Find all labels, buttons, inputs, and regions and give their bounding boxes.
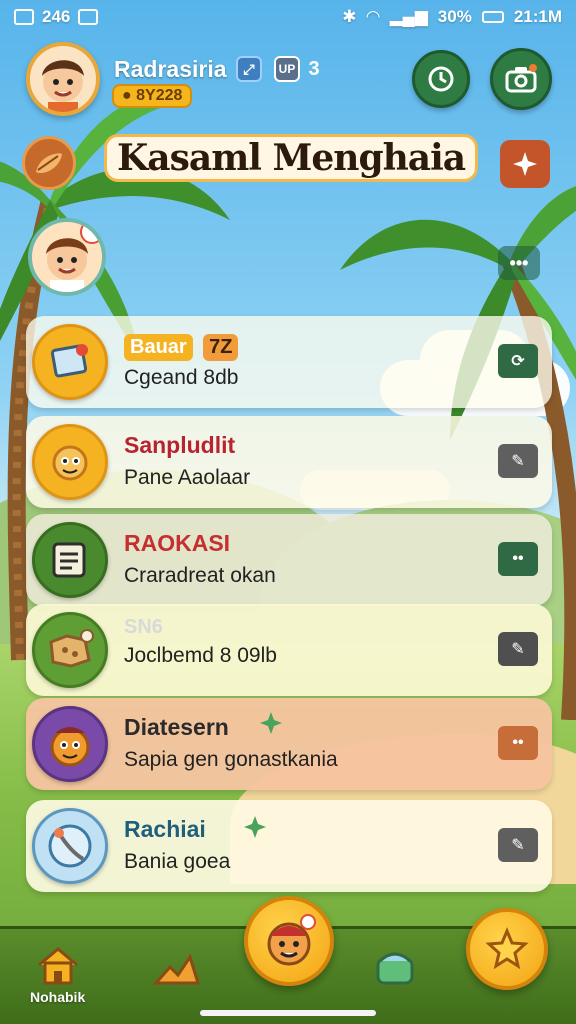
sparkle-icon <box>513 152 537 176</box>
shop-icon <box>376 952 414 985</box>
list-item[interactable]: Bauar 7Z Cgeand 8db ⟳ <box>26 316 552 408</box>
nav-build[interactable] <box>152 945 202 989</box>
item-subtitle: Bania goea <box>124 850 231 873</box>
item-title: Bauar <box>124 334 193 361</box>
battery-icon <box>481 11 504 23</box>
status-left-text: 246 <box>42 7 71 26</box>
friend-avatar[interactable] <box>28 218 106 296</box>
favorites-button[interactable] <box>466 908 548 990</box>
coin-counter[interactable]: ● 8Y228 <box>112 84 193 108</box>
boy-face-icon <box>42 60 84 112</box>
treasure-map-icon <box>32 612 108 688</box>
coin-icon: ● <box>122 87 132 104</box>
list-item[interactable]: Diatesern Sapia gen gonastkania •• <box>26 698 552 790</box>
globe-icon <box>32 808 108 884</box>
notes-icon <box>32 522 108 598</box>
leaf-icon <box>36 153 62 174</box>
camera-icon <box>505 64 537 93</box>
status-time: 21:1M <box>513 7 562 26</box>
refresh-button[interactable]: ⟳ <box>498 344 538 378</box>
more-button[interactable]: •• <box>498 542 538 576</box>
list-item[interactable]: SN6 Joclbemd 8 09lb ✎ <box>26 604 552 696</box>
more-options-button[interactable]: ••• <box>498 246 540 280</box>
home-indicator <box>200 1010 376 1016</box>
item-title: Sanpludlit <box>124 432 236 458</box>
message-icon <box>78 9 99 25</box>
star-icon <box>485 927 529 970</box>
status-bar: 246 ✱ ◠ ▂▄▆ 30% 21:1M <box>0 0 576 34</box>
star-action-button[interactable] <box>500 140 550 188</box>
rank-count: 3 <box>308 57 320 80</box>
sparkle-icon <box>260 712 282 734</box>
sparkle-icon <box>244 816 266 838</box>
wifi-icon: ◠ <box>366 7 380 26</box>
player-avatar[interactable] <box>26 42 100 116</box>
list-item[interactable]: RAOKASI Craradreat okan •• <box>26 514 552 606</box>
map-icon <box>32 324 108 400</box>
signal-icon: ▂▄▆ <box>389 7 428 26</box>
page-title: Kasaml Menghaia <box>104 134 479 182</box>
coin-amount: 8Y228 <box>136 87 183 104</box>
play-button[interactable] <box>244 896 334 986</box>
list-item[interactable]: Rachiai Bania goea ✎ <box>26 800 552 892</box>
more-button[interactable]: •• <box>498 726 538 760</box>
build-icon <box>152 953 201 985</box>
level-badge[interactable]: ⤢ <box>236 56 262 82</box>
notification-icon <box>14 9 34 25</box>
nav-home-label: Nohabik <box>30 989 86 1005</box>
edit-button[interactable]: ✎ <box>498 632 538 666</box>
home-icon <box>37 947 78 985</box>
timer-button[interactable] <box>412 50 470 108</box>
edit-button[interactable]: ✎ <box>498 444 538 478</box>
item-title: Diatesern <box>124 714 229 740</box>
hero-face-icon <box>267 914 316 966</box>
nav-shop[interactable] <box>372 945 418 987</box>
compass-button[interactable] <box>22 136 76 190</box>
item-subtitle: Pane Aaolaar <box>124 466 251 489</box>
item-subtitle: Sapia gen gonastkania <box>124 748 338 771</box>
list-item[interactable]: Sanpludlit Pane Aaolaar ✎ <box>26 416 552 508</box>
edit-button[interactable]: ✎ <box>498 828 538 862</box>
item-subtitle: Joclbemd 8 09lb <box>124 644 277 667</box>
nav-home[interactable]: Nohabik <box>30 945 85 1005</box>
item-title: SN6 <box>124 616 163 638</box>
battery-percent: 30% <box>437 7 472 26</box>
character-icon <box>32 424 108 500</box>
item-title: RAOKASI <box>124 530 231 556</box>
item-subtitle: Craradreat okan <box>124 564 276 587</box>
item-tag: 7Z <box>203 334 239 361</box>
camera-button[interactable] <box>490 48 552 110</box>
notification-dot <box>80 222 102 244</box>
item-title: Rachiai <box>124 816 206 842</box>
bluetooth-icon: ✱ <box>342 7 357 26</box>
clock-icon <box>428 66 454 92</box>
rank-badge[interactable]: UP <box>274 56 300 82</box>
username: Radrasiria <box>114 56 227 82</box>
item-subtitle: Cgeand 8db <box>124 366 239 389</box>
monster-icon <box>32 706 108 782</box>
